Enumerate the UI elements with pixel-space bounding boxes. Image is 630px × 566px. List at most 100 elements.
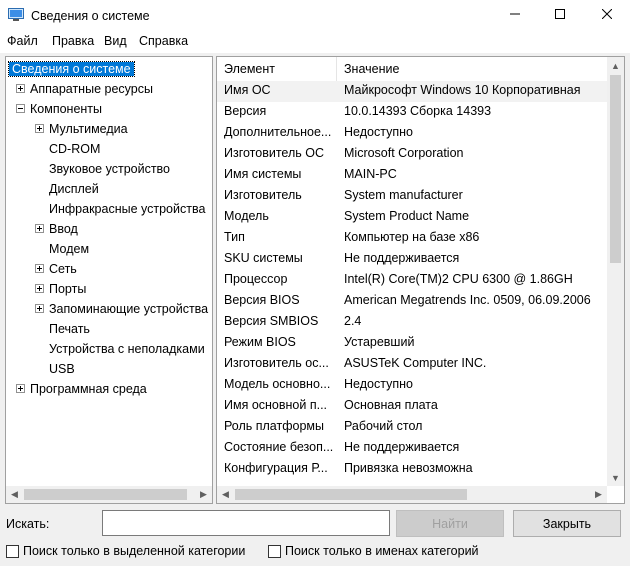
details-list[interactable]: Элемент Значение Имя ОС Майкрософт Window… xyxy=(216,56,625,504)
list-vertical-scrollbar[interactable]: ▲ ▼ xyxy=(607,57,624,486)
cell-item: Модель основно... xyxy=(224,377,331,391)
tree-item-components[interactable]: Компоненты xyxy=(16,100,104,118)
tree-item-label: Звуковое устройство xyxy=(49,162,171,176)
table-row[interactable]: Состояние безоп... Не поддерживается xyxy=(217,438,607,459)
cell-value: 2.4 xyxy=(344,314,362,328)
tree-item-system-summary[interactable]: Сведения о системе xyxy=(8,60,135,78)
tree-item-input[interactable]: Ввод xyxy=(35,220,80,238)
scroll-right-icon[interactable]: ▶ xyxy=(590,486,607,503)
tree-item-ports[interactable]: Порты xyxy=(35,280,88,298)
category-tree[interactable]: Сведения о системе Аппаратные ресурсы Ко… xyxy=(5,56,213,504)
search-bar: Искать: Найти Закрыть Поиск только в выд… xyxy=(0,506,630,566)
tree-item-display[interactable]: Дисплей xyxy=(47,180,101,198)
table-row[interactable]: Имя ОС Майкрософт Windows 10 Корпоративна… xyxy=(217,81,607,102)
cell-item: Версия xyxy=(224,104,267,118)
table-row[interactable]: Изготовитель System manufacturer xyxy=(217,186,607,207)
column-header-value[interactable]: Значение xyxy=(344,62,399,76)
scroll-right-icon[interactable]: ▶ xyxy=(195,486,212,503)
table-row[interactable]: SKU системы Не поддерживается xyxy=(217,249,607,270)
cell-item: Версия BIOS xyxy=(224,293,300,307)
tree-item-usb[interactable]: USB xyxy=(47,360,77,378)
scroll-down-icon[interactable]: ▼ xyxy=(607,469,624,486)
table-row[interactable]: Конфигурация Р... Привязка невозможна xyxy=(217,459,607,480)
tree-item-hardware-resources[interactable]: Аппаратные ресурсы xyxy=(16,80,155,98)
table-row[interactable]: Процессор Intel(R) Core(TM)2 CPU 6300 @ 1… xyxy=(217,270,607,291)
table-row[interactable]: Версия BIOS American Megatrends Inc. 0509… xyxy=(217,291,607,312)
cell-value: American Megatrends Inc. 0509, 06.09.200… xyxy=(344,293,591,307)
table-row[interactable]: Тип Компьютер на базе x86 xyxy=(217,228,607,249)
close-window-button[interactable] xyxy=(584,0,630,30)
scroll-thumb[interactable] xyxy=(610,75,621,263)
search-category-names-checkbox[interactable]: Поиск только в именах категорий xyxy=(268,544,479,558)
table-row[interactable]: Имя основной п... Основная плата xyxy=(217,396,607,417)
maximize-button[interactable] xyxy=(537,0,583,30)
expand-icon[interactable] xyxy=(16,384,25,393)
tree-item-label: Инфракрасные устройства xyxy=(49,202,206,216)
tree-item-sound-device[interactable]: Звуковое устройство xyxy=(47,160,172,178)
table-row[interactable]: Версия SMBIOS 2.4 xyxy=(217,312,607,333)
expand-icon[interactable] xyxy=(35,284,44,293)
title-bar: Сведения о системе xyxy=(0,0,630,32)
system-info-icon xyxy=(8,8,24,22)
cell-value: Рабочий стол xyxy=(344,419,423,433)
tree-item-infrared[interactable]: Инфракрасные устройства xyxy=(47,200,207,218)
table-row[interactable]: Изготовитель ос... ASUSTeK Computer INC. xyxy=(217,354,607,375)
table-row[interactable]: Модель System Product Name xyxy=(217,207,607,228)
table-row[interactable]: Модель основно... Недоступно xyxy=(217,375,607,396)
checkbox-box[interactable] xyxy=(6,544,19,558)
tree-item-label: Порты xyxy=(49,282,87,296)
expand-icon[interactable] xyxy=(16,84,25,93)
expand-icon[interactable] xyxy=(35,264,44,273)
tree-item-network[interactable]: Сеть xyxy=(35,260,79,278)
tree-item-label: Компоненты xyxy=(30,102,103,116)
tree-item-printing[interactable]: Печать xyxy=(47,320,92,338)
search-selected-category-checkbox[interactable]: Поиск только в выделенной категории xyxy=(6,544,245,558)
cell-value: Привязка невозможна xyxy=(344,461,473,475)
table-row[interactable]: Дополнительное... Недоступно xyxy=(217,123,607,144)
tree-item-modem[interactable]: Модем xyxy=(47,240,91,258)
expand-icon[interactable] xyxy=(35,224,44,233)
column-separator[interactable] xyxy=(336,57,337,81)
list-header: Элемент Значение xyxy=(217,57,607,81)
scroll-up-icon[interactable]: ▲ xyxy=(607,57,624,74)
tree-item-software-environment[interactable]: Программная среда xyxy=(16,380,149,398)
column-header-item[interactable]: Элемент xyxy=(224,62,275,76)
tree-item-multimedia[interactable]: Мультимедиа xyxy=(35,120,130,138)
tree-item-cdrom[interactable]: CD-ROM xyxy=(47,140,102,158)
minimize-button[interactable] xyxy=(492,0,538,30)
cell-value: Основная плата xyxy=(344,398,438,412)
menu-file[interactable]: Файл xyxy=(7,34,38,48)
list-horizontal-scrollbar[interactable]: ◀ ▶ xyxy=(217,486,607,503)
checkbox-box[interactable] xyxy=(268,544,281,558)
cell-item: SKU системы xyxy=(224,251,303,265)
scroll-thumb[interactable] xyxy=(24,489,187,500)
scroll-thumb[interactable] xyxy=(235,489,467,500)
menu-help[interactable]: Справка xyxy=(139,34,188,48)
expand-icon[interactable] xyxy=(35,124,44,133)
tree-item-label: Аппаратные ресурсы xyxy=(30,82,153,96)
collapse-icon[interactable] xyxy=(16,104,25,113)
menu-view[interactable]: Вид xyxy=(104,34,127,48)
cell-item: Состояние безоп... xyxy=(224,440,334,454)
cell-item: Изготовитель xyxy=(224,188,302,202)
scroll-left-icon[interactable]: ◀ xyxy=(217,486,234,503)
table-row[interactable]: Изготовитель ОС Microsoft Corporation xyxy=(217,144,607,165)
close-icon xyxy=(601,8,613,22)
table-row[interactable]: Имя системы MAIN-PC xyxy=(217,165,607,186)
tree-item-problem-devices[interactable]: Устройства с неполадками xyxy=(47,340,207,358)
cell-item: Процессор xyxy=(224,272,288,286)
cell-value: Microsoft Corporation xyxy=(344,146,464,160)
cell-value: Компьютер на базе x86 xyxy=(344,230,480,244)
table-row[interactable]: Версия 10.0.14393 Сборка 14393 xyxy=(217,102,607,123)
find-button[interactable]: Найти xyxy=(396,510,504,537)
table-row[interactable]: Роль платформы Рабочий стол xyxy=(217,417,607,438)
expand-icon[interactable] xyxy=(35,304,44,313)
close-button[interactable]: Закрыть xyxy=(513,510,621,537)
menu-edit[interactable]: Правка xyxy=(52,34,94,48)
table-row[interactable]: Режим BIOS Устаревший xyxy=(217,333,607,354)
tree-horizontal-scrollbar[interactable]: ◀ ▶ xyxy=(6,486,212,503)
scroll-left-icon[interactable]: ◀ xyxy=(6,486,23,503)
cell-value: Недоступно xyxy=(344,125,413,139)
tree-item-storage[interactable]: Запоминающие устройства xyxy=(35,300,210,318)
search-input[interactable] xyxy=(102,510,390,536)
